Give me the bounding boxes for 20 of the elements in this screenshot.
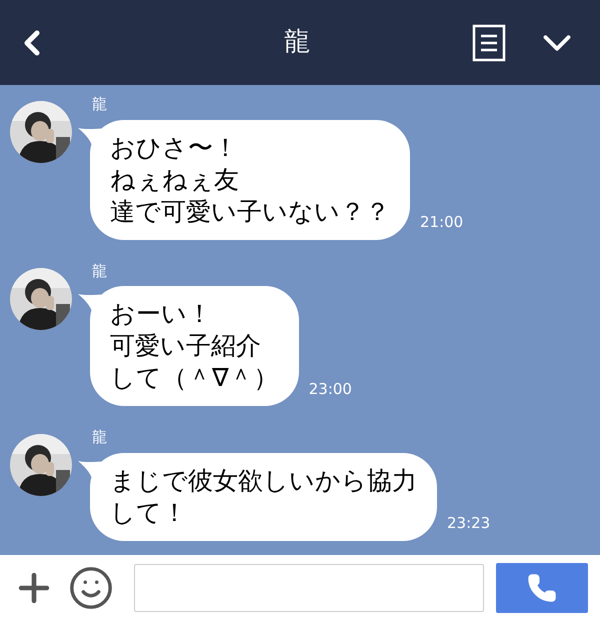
message-input[interactable] xyxy=(134,564,484,612)
message-line: して！ xyxy=(110,496,188,528)
message-time: 23:23 xyxy=(447,513,490,534)
call-button[interactable] xyxy=(496,562,588,612)
message-line: 可愛い子紹介 xyxy=(110,330,262,362)
sender-name: 龍 xyxy=(92,260,108,282)
message-line: おーい！ xyxy=(110,298,213,330)
sender-name: 龍 xyxy=(92,94,108,115)
message-line: おひさ〜！ xyxy=(110,132,239,164)
message-line: して（＾∇＾） xyxy=(110,362,279,394)
emoji-icon[interactable] xyxy=(68,564,114,610)
message-line: まじで彼女欲しいから協力 xyxy=(110,464,417,496)
notes-icon[interactable] xyxy=(472,24,506,62)
sender-name: 龍 xyxy=(92,427,108,448)
message-time: 23:00 xyxy=(308,378,352,400)
message-line: ねぇねぇ友 xyxy=(110,164,240,196)
message-time: 21:00 xyxy=(420,212,464,233)
phone-icon xyxy=(527,572,557,602)
message-line: 達で可愛い子いない？？ xyxy=(110,196,390,228)
chat-title: 龍 xyxy=(284,26,310,59)
